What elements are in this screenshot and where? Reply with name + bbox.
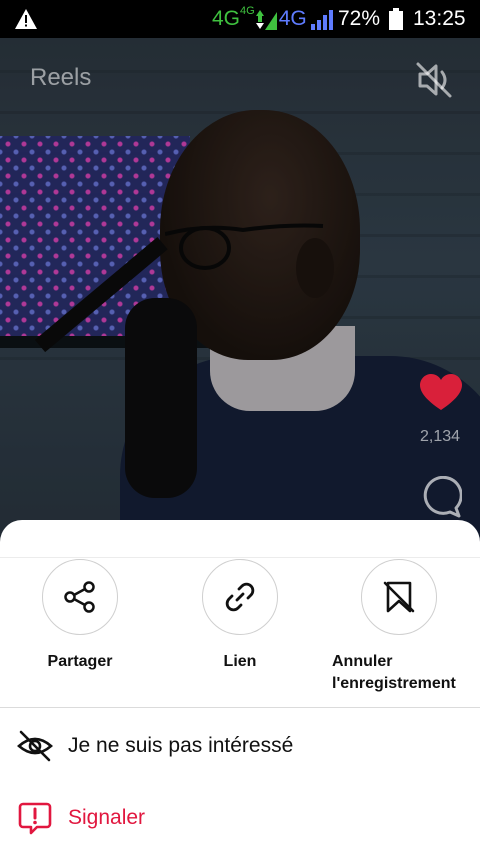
network-indicator: 4G4G 4G — [212, 5, 334, 32]
link-icon — [225, 582, 255, 612]
data-arrows-icon — [255, 10, 264, 29]
signal-icon — [264, 12, 277, 30]
link-button[interactable]: Lien — [201, 559, 279, 673]
share-icon — [64, 581, 95, 613]
report-item[interactable]: Signaler — [0, 790, 480, 846]
not-interested-item[interactable]: Je ne suis pas intéressé — [0, 718, 480, 774]
report-label: Signaler — [68, 806, 146, 829]
comment-icon[interactable] — [420, 476, 462, 518]
unsave-icon — [383, 581, 415, 613]
link-label: Lien — [223, 653, 257, 670]
network-2-label: 4G — [278, 7, 307, 30]
unsave-label: Annuler l'enregistrement — [332, 653, 456, 692]
sheet-actions: Partager Lien Annuler l'enregistrement — [0, 558, 480, 708]
network-1-sup-label: 4G — [240, 5, 255, 17]
report-icon — [18, 802, 52, 835]
network-1-label: 4G — [212, 7, 241, 30]
options-sheet: Partager Lien Annuler l'enregistrement J… — [0, 520, 480, 854]
warning-icon — [15, 9, 37, 29]
like-count: 2,134 — [419, 428, 461, 445]
unsave-button[interactable]: Annuler l'enregistrement — [320, 559, 480, 695]
clock: 13:25 — [413, 7, 466, 30]
reel-video[interactable] — [0, 38, 480, 598]
heart-icon[interactable] — [420, 374, 462, 412]
not-interested-label: Je ne suis pas intéressé — [68, 734, 294, 757]
sheet-handle[interactable] — [0, 520, 480, 558]
share-button[interactable]: Partager — [41, 559, 119, 673]
eye-off-icon — [17, 730, 53, 762]
battery-percent: 72% — [338, 7, 381, 30]
status-bar: 4G4G 4G 72% 13:25 — [0, 0, 480, 38]
signal-icon — [310, 10, 333, 30]
reels-title[interactable]: Reels — [30, 64, 91, 92]
share-label: Partager — [47, 653, 113, 670]
battery-icon — [389, 8, 403, 30]
mute-icon[interactable] — [414, 60, 454, 100]
